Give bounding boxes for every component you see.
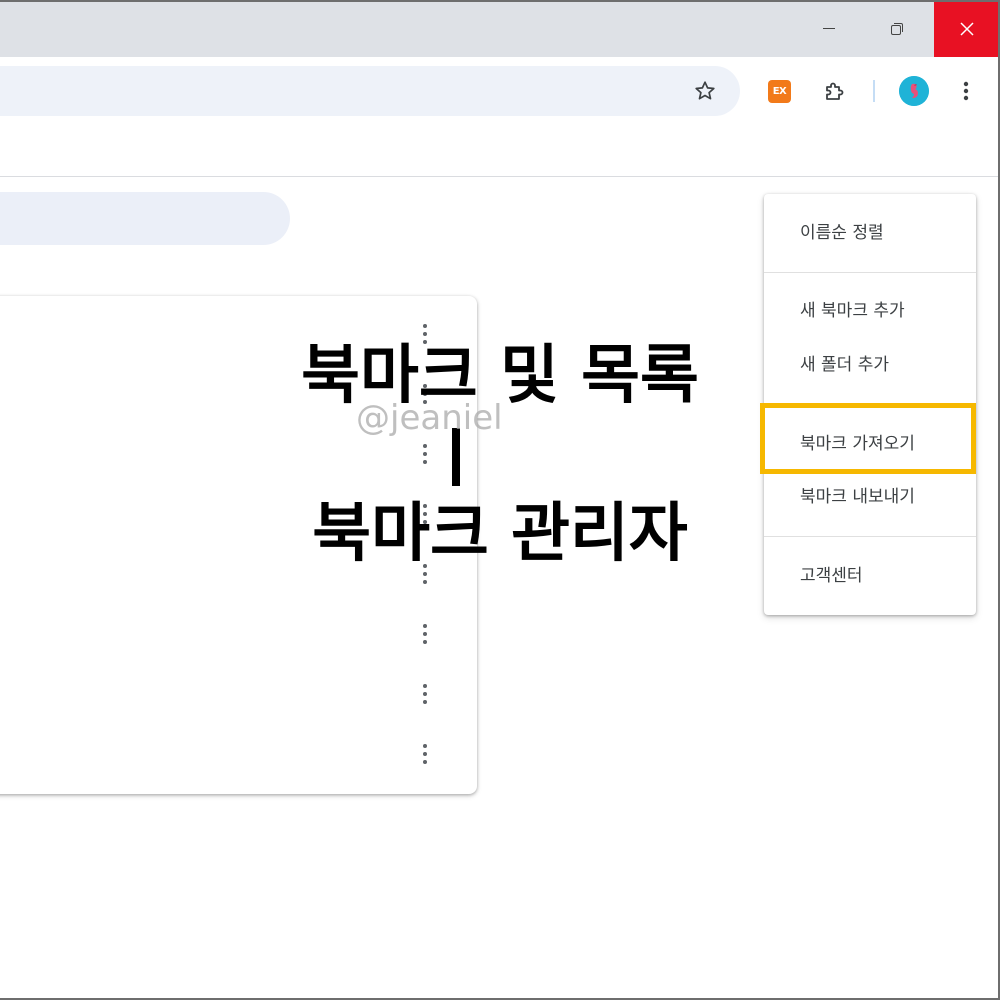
- extension-ex-icon[interactable]: EX: [768, 80, 791, 103]
- bookmark-search-input[interactable]: [0, 192, 290, 245]
- title-bar: [0, 0, 1000, 57]
- puzzle-icon[interactable]: [822, 79, 846, 103]
- profile-avatar[interactable]: [899, 76, 929, 106]
- row-more-icon[interactable]: [417, 442, 433, 466]
- browser-toolbar: [0, 57, 1000, 123]
- row-more-icon[interactable]: [417, 682, 433, 706]
- row-more-icon[interactable]: [417, 742, 433, 766]
- restore-button[interactable]: [864, 0, 930, 57]
- menu-divider: [764, 272, 976, 273]
- close-button[interactable]: [934, 0, 1000, 57]
- bookmark-star-icon[interactable]: [693, 79, 717, 103]
- menu-divider: [764, 536, 976, 537]
- menu-item-import-bookmarks[interactable]: 북마크 가져오기: [764, 424, 976, 464]
- headline-line-2: 북마크 관리자: [312, 497, 688, 571]
- organize-menu: 이름순 정렬 새 북마크 추가 새 폴더 추가 북마크 가져오기 북마크 내보내…: [764, 194, 976, 615]
- menu-item-sort-by-name[interactable]: 이름순 정렬: [764, 213, 976, 253]
- minimize-button[interactable]: [796, 0, 862, 57]
- menu-item-export-bookmarks[interactable]: 북마크 내보내기: [764, 477, 976, 517]
- menu-item-add-bookmark[interactable]: 새 북마크 추가: [764, 291, 976, 331]
- restore-icon: [891, 22, 903, 35]
- minimize-icon: [823, 28, 835, 29]
- kebab-menu-icon[interactable]: [956, 79, 976, 103]
- row-more-icon[interactable]: [417, 622, 433, 646]
- menu-item-add-folder[interactable]: 새 폴더 추가: [764, 345, 976, 385]
- avatar-image: [899, 76, 929, 106]
- toolbar-separator: [873, 80, 875, 102]
- toolbar-divider: [0, 176, 1000, 177]
- watermark: @jeaniel: [356, 398, 503, 438]
- menu-item-help-center[interactable]: 고객센터: [764, 556, 976, 596]
- close-icon: [960, 21, 974, 36]
- address-bar[interactable]: [0, 66, 740, 116]
